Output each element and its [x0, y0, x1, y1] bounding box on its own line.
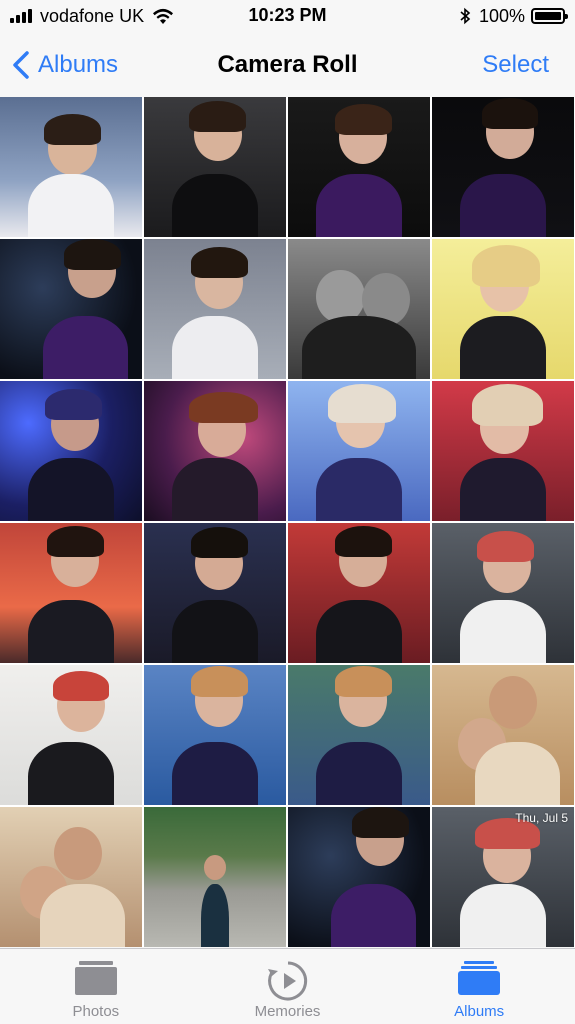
bluetooth-icon [460, 7, 471, 25]
photo-thumbnail[interactable] [432, 665, 574, 805]
photo-thumbnail[interactable] [144, 381, 286, 521]
photo-thumbnail[interactable]: Thu, Jul 5 [432, 807, 574, 947]
tab-memories[interactable]: Memories [192, 949, 384, 1024]
photo-thumbnail[interactable] [288, 523, 430, 663]
photo-thumbnail[interactable] [144, 523, 286, 663]
tab-albums-label: Albums [454, 1003, 505, 1020]
photo-thumbnail[interactable] [144, 239, 286, 379]
photo-date-label: Thu, Jul 5 [515, 811, 568, 825]
photo-thumbnail[interactable] [432, 381, 574, 521]
status-right: 100% [459, 5, 568, 27]
photo-thumbnail[interactable] [0, 807, 142, 947]
photo-thumbnail[interactable] [0, 665, 142, 805]
photo-thumbnail[interactable] [0, 239, 142, 379]
status-bar: vodafone UK 10:23 PM 100% [0, 0, 575, 34]
select-button[interactable]: Select [482, 51, 549, 79]
photo-thumbnail[interactable] [0, 97, 142, 237]
photo-thumbnail[interactable] [288, 97, 430, 237]
tab-photos-label: Photos [72, 1003, 120, 1020]
photo-thumbnail[interactable] [144, 97, 286, 237]
battery-percent: 100% [478, 5, 525, 26]
photo-thumbnail[interactable] [144, 807, 286, 947]
albums-icon [458, 961, 501, 995]
battery-icon [531, 8, 568, 24]
photo-thumbnail[interactable] [288, 239, 430, 379]
tab-memories-label: Memories [254, 1003, 321, 1020]
tab-albums[interactable]: Albums [383, 949, 575, 1024]
photo-thumbnail[interactable] [432, 523, 574, 663]
tab-photos[interactable]: Photos [0, 949, 192, 1024]
navigation-bar: Albums Camera Roll Select [0, 34, 575, 97]
photo-thumbnail[interactable] [432, 239, 574, 379]
photo-thumbnail[interactable] [288, 807, 430, 947]
photo-thumbnail[interactable] [288, 665, 430, 805]
photo-thumbnail[interactable] [432, 97, 574, 237]
photo-thumbnail[interactable] [0, 381, 142, 521]
memories-icon [267, 961, 307, 1001]
photo-thumbnail[interactable] [288, 381, 430, 521]
photo-grid: Thu, Jul 5 [0, 97, 575, 947]
tab-bar: Photos Memories Albums [0, 948, 575, 1024]
photos-icon [74, 961, 117, 995]
photo-thumbnail[interactable] [144, 665, 286, 805]
photo-thumbnail[interactable] [0, 523, 142, 663]
